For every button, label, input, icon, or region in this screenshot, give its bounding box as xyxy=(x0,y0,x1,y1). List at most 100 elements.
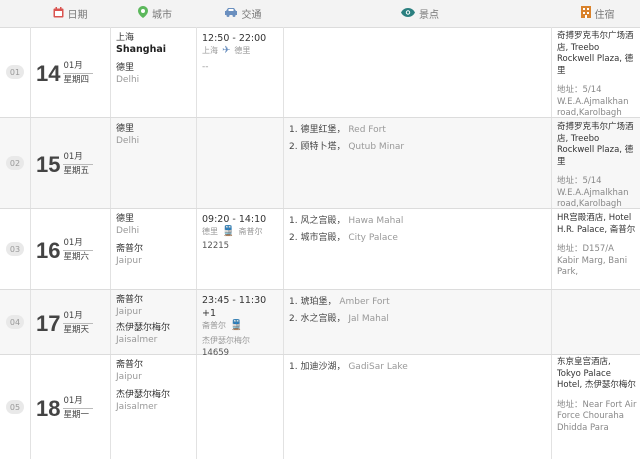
hotel-address: 地址：5/14 W.E.A.Ajmalkhan road,Karolbagh xyxy=(557,176,629,209)
location-pin-icon xyxy=(138,6,148,21)
date-cell: 14 01月 星期四 xyxy=(36,61,93,86)
weekday: 星期天 xyxy=(63,325,89,335)
city-name-en: Jaipur xyxy=(116,256,142,266)
table-row: 03 16 01月 星期六 德里 Delhi 斋普尔 Jaipur 09:20 - 1… xyxy=(0,209,640,290)
header-city-label: 城市 xyxy=(152,10,172,21)
hotel-cell: 奇搏罗克韦尔广场酒店, Treebo Rockwell Plaza, 德里 地址… xyxy=(557,122,637,211)
traffic-from: 德里 xyxy=(202,227,218,236)
table-row: 04 17 01月 星期天 斋普尔 Jaipur 杰伊瑟尔梅尔 Jaisalmer 2… xyxy=(0,290,640,358)
day-number: 18 xyxy=(36,395,61,421)
eye-icon xyxy=(401,7,415,20)
hotel-cell: 奇搏罗克韦尔广场酒店, Treebo Rockwell Plaza, 德里 地址… xyxy=(557,31,637,120)
header-traffic-label: 交通 xyxy=(241,10,262,21)
hotel-name: HR宫殿酒店, Hotel H.R. Palace, 斋普尔 xyxy=(557,213,636,235)
header-date: 日期 xyxy=(30,0,110,27)
city-name-en: Jaisalmer xyxy=(116,335,158,345)
date-cell: 18 01月 星期一 xyxy=(36,396,93,421)
date-cell: 17 01月 星期天 xyxy=(36,311,93,336)
header-traffic: 交通 xyxy=(200,0,285,27)
traffic-cell: 23:45 - 11:30 +1 斋普尔 🚆 杰伊瑟尔梅尔 14659 xyxy=(202,294,282,358)
month: 01月 xyxy=(63,152,93,165)
table-header: 日期 城市 交通 景点 住宿 xyxy=(0,0,640,28)
hotel-name: 东京皇宫酒店, Tokyo Palace Hotel, 杰伊瑟尔梅尔 xyxy=(557,357,636,390)
hotel-name: 奇搏罗克韦尔广场酒店, Treebo Rockwell Plaza, 德里 xyxy=(557,122,634,167)
train-icon: 🚆 xyxy=(230,320,243,331)
hotel-cell: 东京皇宫酒店, Tokyo Palace Hotel, 杰伊瑟尔梅尔 地址：Ne… xyxy=(557,357,637,434)
city-name-en: Shanghai xyxy=(116,44,167,55)
day-number: 16 xyxy=(36,237,61,263)
calendar-icon xyxy=(53,6,64,21)
city-cell: 德里 Delhi xyxy=(116,123,192,153)
header-scenic: 景点 xyxy=(285,0,555,27)
row-number: 02 xyxy=(6,156,24,170)
date-cell: 15 01月 星期五 xyxy=(36,152,93,177)
month: 01月 xyxy=(63,61,93,74)
city-cell: 斋普尔 Jaipur 杰伊瑟尔梅尔 Jaisalmer xyxy=(116,359,192,419)
car-icon xyxy=(224,7,238,20)
day-number: 17 xyxy=(36,310,61,336)
train-number: 12215 xyxy=(202,241,230,251)
day-number: 15 xyxy=(36,151,61,177)
traffic-time: 23:45 - 11:30 +1 xyxy=(202,295,267,319)
header-date-label: 日期 xyxy=(67,10,88,21)
month: 01月 xyxy=(63,396,93,409)
table-row: 01 14 01月 星期四 上海 Shanghai 德里 Delhi 12:50 - … xyxy=(0,27,640,118)
city-name-en: Delhi xyxy=(116,75,140,85)
table-row: 05 18 01月 星期一 斋普尔 Jaipur 杰伊瑟尔梅尔 Jaisalmer 1… xyxy=(0,355,640,459)
hotel-address: 地址：5/14 W.E.A.Ajmalkhan road,Karolbagh xyxy=(557,85,629,118)
city-cell: 斋普尔 Jaipur 杰伊瑟尔梅尔 Jaisalmer xyxy=(116,294,192,352)
scenic-item: 1. 加迪沙湖， GadiSar Lake xyxy=(289,362,408,372)
traffic-cell: 09:20 - 14:10 德里 🚆 斋普尔 12215 xyxy=(202,213,282,251)
row-number: 04 xyxy=(6,315,24,329)
building-icon xyxy=(580,6,591,21)
scenic-item: 1. 德里红堡， Red Fort xyxy=(289,125,386,135)
date-cell: 16 01月 星期六 xyxy=(36,238,93,263)
city-name-en: Jaisalmer xyxy=(116,402,158,412)
plane-icon: ✈ xyxy=(222,45,231,56)
city-cell: 上海 Shanghai 德里 Delhi xyxy=(116,32,192,92)
train-icon: 🚆 xyxy=(222,226,235,237)
hotel-cell: HR宫殿酒店, Hotel H.R. Palace, 斋普尔 地址：D157/A… xyxy=(557,213,637,279)
city-name-cn: 德里 xyxy=(116,214,135,224)
header-hotel: 住宿 xyxy=(555,0,640,27)
scenic-cell: 1. 风之宫殿， Hawa Mahal 2. 城市宫殿， City Palace xyxy=(289,213,549,247)
header-hotel-label: 住宿 xyxy=(594,10,615,21)
month: 01月 xyxy=(63,311,93,324)
city-cell: 德里 Delhi 斋普尔 Jaipur xyxy=(116,213,192,273)
traffic-time: 12:50 - 22:00 xyxy=(202,33,267,44)
city-name-cn: 斋普尔 xyxy=(116,360,144,370)
scenic-cell: 1. 琥珀堡， Amber Fort 2. 水之宫殿， Jal Mahal xyxy=(289,294,549,328)
city-name-cn: 杰伊瑟尔梅尔 xyxy=(116,390,171,400)
hotel-name: 奇搏罗克韦尔广场酒店, Treebo Rockwell Plaza, 德里 xyxy=(557,31,634,76)
row-number: 05 xyxy=(6,400,24,414)
traffic-to: 德里 xyxy=(234,46,251,55)
hotel-address: 地址：Near Fort Air Force Chouraha Dhidda P… xyxy=(557,399,637,433)
city-name-en: Delhi xyxy=(116,136,140,146)
scenic-item: 2. 顾特卜塔， Qutub Minar xyxy=(289,142,405,152)
weekday: 星期六 xyxy=(63,252,89,262)
row-number: 03 xyxy=(6,242,24,256)
city-name-cn: 上海 xyxy=(116,33,135,43)
weekday: 星期四 xyxy=(63,75,89,85)
hotel-address: 地址：D157/A Kabir Marg, Bani Park, xyxy=(557,244,628,277)
traffic-time: 09:20 - 14:10 xyxy=(202,214,267,225)
day-number: 14 xyxy=(36,60,61,86)
scenic-cell: 1. 德里红堡， Red Fort 2. 顾特卜塔， Qutub Minar xyxy=(289,122,549,156)
table-row: 02 15 01月 星期五 德里 Delhi 1. 德里红堡， Red Fort 2… xyxy=(0,118,640,209)
city-name-en: Jaipur xyxy=(116,372,142,382)
scenic-item: 1. 琥珀堡， Amber Fort xyxy=(289,297,390,307)
weekday: 星期五 xyxy=(63,166,89,176)
traffic-note: -- xyxy=(202,62,209,72)
city-name-cn: 斋普尔 xyxy=(116,295,144,305)
month: 01月 xyxy=(63,238,93,251)
city-name-cn: 斋普尔 xyxy=(116,244,144,254)
traffic-to: 杰伊瑟尔梅尔 xyxy=(202,336,250,345)
row-number: 01 xyxy=(6,65,24,79)
city-name-cn: 杰伊瑟尔梅尔 xyxy=(116,323,171,333)
traffic-from: 上海 xyxy=(202,46,218,55)
city-name-cn: 德里 xyxy=(116,124,135,134)
traffic-from: 斋普尔 xyxy=(202,321,226,330)
header-scenic-label: 景点 xyxy=(419,10,439,21)
scenic-item: 2. 城市宫殿， City Palace xyxy=(289,233,398,243)
city-name-cn: 德里 xyxy=(116,63,135,73)
